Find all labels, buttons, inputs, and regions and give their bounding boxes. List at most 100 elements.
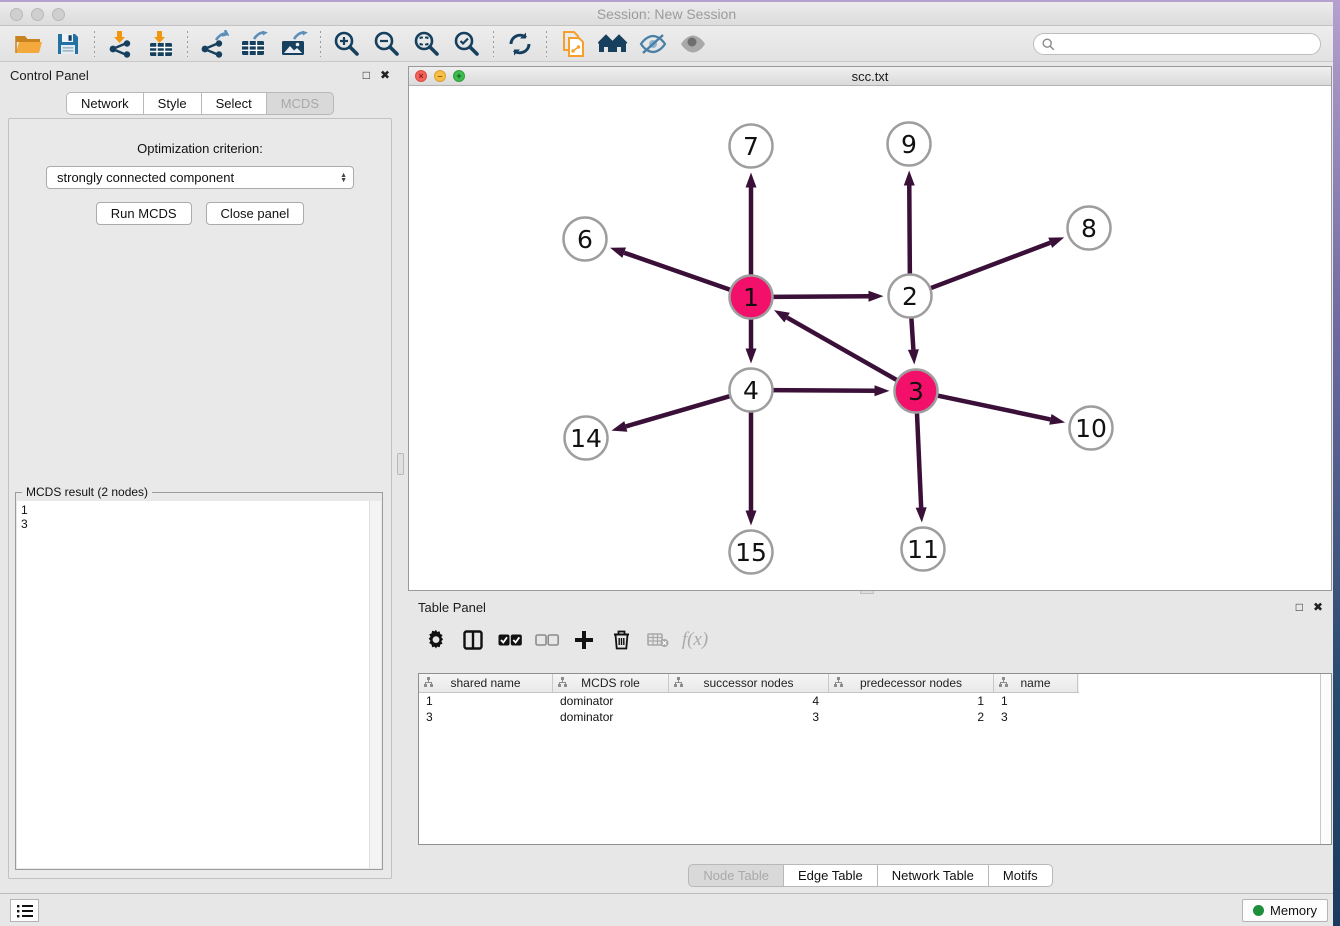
cell-successor-nodes[interactable]: 3 [669, 709, 829, 725]
cell-predecessor-nodes[interactable]: 2 [829, 709, 994, 725]
edge-1-6[interactable] [624, 253, 732, 291]
table-close-panel-icon[interactable]: ✖ [1313, 600, 1323, 614]
clone-network-icon[interactable] [556, 29, 590, 59]
graph-node-1[interactable]: 1 [730, 276, 773, 319]
table-scrollbar[interactable] [1320, 674, 1331, 844]
graph-node-7[interactable]: 7 [730, 125, 773, 168]
deselect-all-checkboxes-icon[interactable] [533, 626, 561, 654]
cell-MCDS-role[interactable]: dominator [553, 709, 669, 725]
zoom-in-icon[interactable] [330, 29, 364, 59]
task-history-button[interactable] [10, 899, 39, 922]
window-title: Session: New Session [0, 6, 1333, 22]
table-panel-header: Table Panel □ ✖ [408, 595, 1333, 619]
close-panel-button[interactable]: Close panel [206, 202, 305, 225]
edge-4-14[interactable] [626, 395, 732, 426]
toolbar-separator [546, 31, 547, 57]
edge-3-11[interactable] [917, 410, 921, 507]
edge-2-3[interactable] [911, 315, 913, 349]
graph-node-15[interactable]: 15 [730, 531, 773, 574]
graph-node-6[interactable]: 6 [564, 218, 607, 261]
run-mcds-button[interactable]: Run MCDS [96, 202, 192, 225]
edge-2-9[interactable] [909, 185, 910, 276]
graph-node-11[interactable]: 11 [902, 528, 945, 571]
edge-arrowhead-4-14 [611, 421, 627, 432]
network-window-titlebar[interactable]: × – + scc.txt [409, 67, 1331, 86]
cell-MCDS-role[interactable]: dominator [553, 693, 669, 709]
graph-node-14[interactable]: 14 [565, 417, 608, 460]
mcds-panel-body: Optimization criterion: strongly connect… [8, 118, 392, 879]
node-label-10: 10 [1075, 414, 1107, 443]
tab-style[interactable]: Style [143, 92, 201, 115]
network-canvas[interactable]: 7 9 6 8 1 2 4 3 14 10 15 11 [409, 86, 1331, 590]
delete-column-icon[interactable] [607, 626, 635, 654]
mcds-result-text[interactable]: 1 3 [17, 501, 381, 868]
column-header-MCDS-role[interactable]: MCDS role [553, 674, 669, 692]
cell-shared-name[interactable]: 1 [419, 693, 553, 709]
table-float-panel-icon[interactable]: □ [1296, 600, 1303, 614]
tab-select[interactable]: Select [201, 92, 266, 115]
export-network-icon[interactable] [197, 29, 231, 59]
cell-successor-nodes[interactable]: 4 [669, 693, 829, 709]
cell-name[interactable]: 1 [994, 693, 1078, 709]
graph-node-2[interactable]: 2 [889, 275, 932, 318]
cell-name[interactable]: 3 [994, 709, 1078, 725]
node-table[interactable]: shared nameMCDS rolesuccessor nodesprede… [418, 673, 1332, 845]
edge-4-3[interactable] [770, 390, 874, 391]
graph-node-3[interactable]: 3 [895, 370, 938, 413]
zoom-out-icon[interactable] [370, 29, 404, 59]
tab-node-table[interactable]: Node Table [688, 864, 783, 887]
node-label-2: 2 [902, 282, 918, 311]
float-panel-icon[interactable]: □ [363, 68, 370, 82]
graph-node-9[interactable]: 9 [888, 123, 931, 166]
tab-mcds[interactable]: MCDS [266, 92, 334, 115]
column-header-shared-name[interactable]: shared name [419, 674, 553, 692]
tab-network[interactable]: Network [66, 92, 143, 115]
edge-1-2[interactable] [770, 296, 868, 297]
close-panel-icon[interactable]: ✖ [380, 68, 390, 82]
import-network-icon[interactable] [104, 29, 138, 59]
tab-edge-table[interactable]: Edge Table [783, 864, 877, 887]
export-table-icon[interactable] [237, 29, 271, 59]
column-type-icon [558, 677, 567, 688]
search-input[interactable] [1055, 37, 1320, 51]
memory-button[interactable]: Memory [1242, 899, 1328, 922]
open-session-icon[interactable] [11, 29, 45, 59]
cell-shared-name[interactable]: 3 [419, 709, 553, 725]
column-header-successor-nodes[interactable]: successor nodes [669, 674, 829, 692]
zoom-selected-icon[interactable] [450, 29, 484, 59]
hide-selected-icon[interactable] [636, 29, 670, 59]
table-options-gear-icon[interactable] [422, 626, 450, 654]
toolbar-separator [493, 31, 494, 57]
column-header-name[interactable]: name [994, 674, 1078, 692]
home-view-icon[interactable] [596, 29, 630, 59]
graph-node-4[interactable]: 4 [730, 369, 773, 412]
column-type-icon [424, 677, 433, 688]
mcds-result-scrollbar[interactable] [369, 501, 381, 868]
table-row[interactable]: 3dominator323 [419, 709, 1331, 725]
add-column-icon[interactable] [570, 626, 598, 654]
graph-node-10[interactable]: 10 [1070, 407, 1113, 450]
refresh-view-icon[interactable] [503, 29, 537, 59]
table-body: 1dominator4113dominator323 [419, 693, 1331, 725]
zoom-fit-icon[interactable] [410, 29, 444, 59]
tab-network-table[interactable]: Network Table [877, 864, 988, 887]
show-all-icon[interactable] [676, 29, 710, 59]
control-panel-header: Control Panel □ ✖ [0, 62, 400, 88]
edge-2-8[interactable] [928, 243, 1050, 289]
edge-3-1[interactable] [787, 318, 899, 382]
table-row[interactable]: 1dominator411 [419, 693, 1331, 709]
import-table-icon[interactable] [144, 29, 178, 59]
select-all-checkboxes-icon[interactable] [496, 626, 524, 654]
tab-motifs[interactable]: Motifs [988, 864, 1053, 887]
save-session-icon[interactable] [51, 29, 85, 59]
edge-3-10[interactable] [935, 395, 1050, 419]
search-field[interactable] [1033, 33, 1321, 55]
column-header-predecessor-nodes[interactable]: predecessor nodes [829, 674, 994, 692]
optimization-criterion-dropdown[interactable]: strongly connected component ▲▼ [46, 166, 354, 189]
function-builder-icon: f(x) [681, 626, 709, 654]
export-image-icon[interactable] [277, 29, 311, 59]
graph-node-8[interactable]: 8 [1068, 207, 1111, 250]
vertical-splitter-handle[interactable] [397, 453, 404, 475]
cell-predecessor-nodes[interactable]: 1 [829, 693, 994, 709]
column-view-icon[interactable] [459, 626, 487, 654]
